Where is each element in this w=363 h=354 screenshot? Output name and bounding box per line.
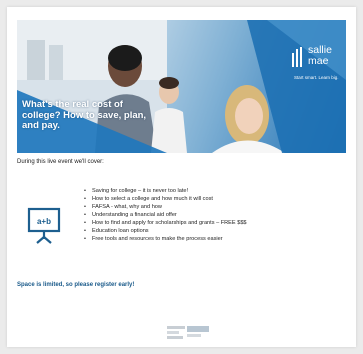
topic-item-free-tools: Free tools and resources to make the pro… xyxy=(82,235,352,243)
topic-list: Saving for college – it is never too lat… xyxy=(82,187,352,243)
sallie-mae-logo: sallie mae Start smart. Learn big. xyxy=(291,45,346,87)
event-card: What's the real cost of college? How to … xyxy=(7,7,356,347)
svg-text:a+b: a+b xyxy=(37,217,51,226)
hero-heading: What's the real cost of college? How to … xyxy=(22,99,147,131)
intro-text: During this live event we'll cover: xyxy=(17,159,104,165)
hero-banner[interactable]: What's the real cost of college? How to … xyxy=(17,20,346,153)
topic-item-aid-offer: Understanding a financial aid offer xyxy=(82,211,352,219)
topic-item-fafsa: FAFSA - what, why and how xyxy=(82,203,352,211)
topic-item-select-college: How to select a college and how much it … xyxy=(82,195,352,203)
footer-logo-icon xyxy=(167,326,209,339)
presentation-board-icon: a+b xyxy=(27,207,61,244)
topic-item-loan-options: Education loan options xyxy=(82,227,352,235)
sallie-mae-mark-icon xyxy=(292,47,302,67)
brand-tagline: Start smart. Learn big. xyxy=(294,75,339,80)
register-cta[interactable]: Space is limited, so please register ear… xyxy=(17,282,134,288)
topic-item-saving: Saving for college – it is never too lat… xyxy=(82,187,352,195)
brand-name: sallie mae xyxy=(308,44,332,67)
topic-item-scholarships: How to find and apply for scholarships a… xyxy=(82,219,352,227)
